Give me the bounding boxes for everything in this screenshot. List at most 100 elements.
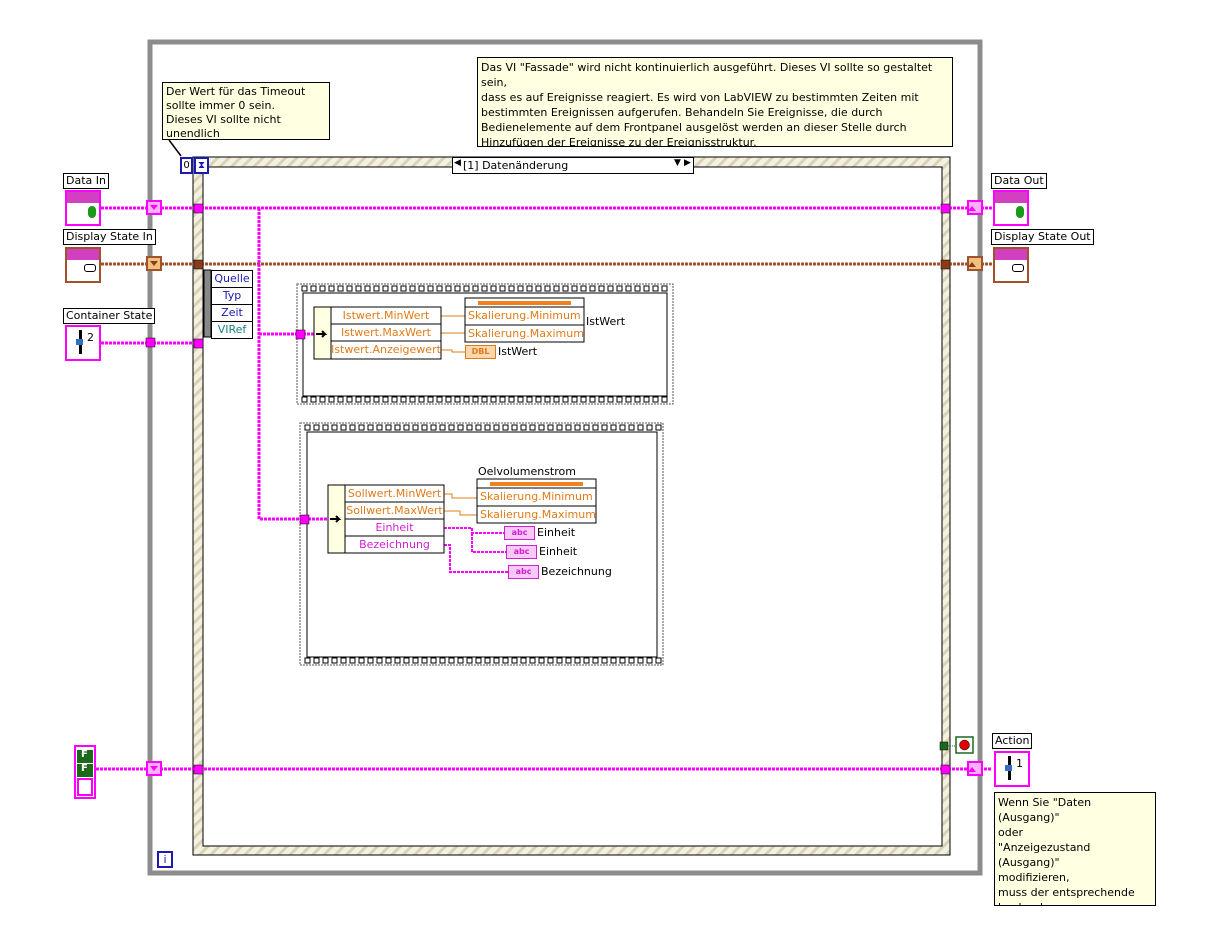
film-hole xyxy=(565,424,572,431)
action-label: Action xyxy=(992,733,1033,749)
film-hole xyxy=(382,396,389,403)
film-hole xyxy=(373,285,380,292)
film-hole xyxy=(628,424,635,431)
film-hole xyxy=(382,285,389,292)
film-hole xyxy=(502,657,509,664)
case-selector[interactable]: ◀ [1] Datenänderung ▼ ▶ xyxy=(452,157,694,174)
film-hole xyxy=(355,285,362,292)
comment-action: Wenn Sie "Daten (Ausgang)" oder "Anzeige… xyxy=(994,792,1156,906)
prev-case-arrow-icon[interactable]: ◀ xyxy=(454,158,461,168)
next-case-arrow-icon[interactable]: ▶ xyxy=(684,158,691,168)
film-hole xyxy=(634,396,641,403)
dbl-indicator-label: IstWert xyxy=(498,345,538,358)
container-state-label: Container State xyxy=(63,308,156,324)
database-icon xyxy=(1016,206,1024,218)
film-hole xyxy=(538,424,545,431)
film-hole xyxy=(607,396,614,403)
display-state-out-label: Display State Out xyxy=(991,229,1094,245)
film-hole xyxy=(436,396,443,403)
film-hole xyxy=(637,657,644,664)
unbundle-sollwert-maxwert[interactable]: Sollwert.MaxWert xyxy=(345,503,444,519)
unbundle-bezeichnung[interactable]: Bezeichnung xyxy=(345,537,444,553)
film-hole xyxy=(538,657,545,664)
film-hole xyxy=(391,285,398,292)
film-hole xyxy=(502,424,509,431)
film-hole xyxy=(652,396,659,403)
film-hole xyxy=(592,424,599,431)
property-skalierung-minimum[interactable]: Skalierung.Minimum xyxy=(468,308,584,324)
dropdown-arrow-icon[interactable]: ▼ xyxy=(674,158,681,168)
display-state-in-label: Display State In xyxy=(63,229,156,245)
film-hole xyxy=(625,285,632,292)
hourglass-icon: ⧗ xyxy=(194,157,209,174)
film-hole xyxy=(439,657,446,664)
property2-skalierung-maximum[interactable]: Skalierung.Maximum xyxy=(480,507,596,523)
unbundle-istwert-anzeigewert[interactable]: Istwert.Anzeigewert xyxy=(331,342,441,358)
timeout-terminal[interactable]: 0 xyxy=(180,157,193,174)
film-hole xyxy=(472,396,479,403)
einheit-indicator-2[interactable]: abc xyxy=(506,545,537,559)
film-hole xyxy=(580,285,587,292)
display-state-out-terminal[interactable] xyxy=(993,247,1029,283)
film-hole xyxy=(301,396,308,403)
film-hole xyxy=(607,285,614,292)
film-hole xyxy=(571,285,578,292)
film-hole xyxy=(454,396,461,403)
display-state-in-terminal[interactable] xyxy=(65,247,101,283)
einheit-indicator-2-label: Einheit xyxy=(539,545,578,558)
film-hole xyxy=(553,396,560,403)
database-icon xyxy=(88,206,96,218)
film-hole xyxy=(535,396,542,403)
film-hole xyxy=(391,396,398,403)
film-hole xyxy=(358,424,365,431)
film-hole xyxy=(400,396,407,403)
iteration-terminal: i xyxy=(157,851,173,868)
film-hole xyxy=(610,657,617,664)
film-hole xyxy=(385,657,392,664)
film-hole xyxy=(637,424,644,431)
film-hole xyxy=(643,285,650,292)
film-hole xyxy=(517,396,524,403)
film-hole xyxy=(403,657,410,664)
film-hole xyxy=(304,657,311,664)
film-hole xyxy=(553,285,560,292)
einheit-indicator-1-label: Einheit xyxy=(537,526,576,539)
data-in-terminal[interactable] xyxy=(65,190,101,226)
film-hole xyxy=(331,657,338,664)
case-selector-label: [1] Datenänderung xyxy=(463,159,569,172)
property-skalierung-maximum[interactable]: Skalierung.Maximum xyxy=(468,326,584,342)
unbundle-istwert-minwert[interactable]: Istwert.MinWert xyxy=(331,308,441,324)
film-hole xyxy=(574,424,581,431)
dbl-indicator[interactable]: DBL xyxy=(465,345,496,359)
film-hole xyxy=(340,657,347,664)
unbundle-sollwert-minwert[interactable]: Sollwert.MinWert xyxy=(345,486,444,502)
unbundle-einheit[interactable]: Einheit xyxy=(345,520,444,536)
film-hole xyxy=(376,657,383,664)
film-hole xyxy=(367,424,374,431)
film-hole xyxy=(349,424,356,431)
container-state-terminal[interactable]: 2 xyxy=(65,325,101,361)
film-hole xyxy=(535,285,542,292)
film-hole xyxy=(355,396,362,403)
film-hole xyxy=(592,657,599,664)
einheit-indicator-1[interactable]: abc xyxy=(504,526,535,540)
film-hole xyxy=(526,396,533,403)
action-terminal[interactable]: 1 xyxy=(994,751,1030,787)
film-hole xyxy=(499,285,506,292)
film-hole xyxy=(544,396,551,403)
film-hole xyxy=(562,396,569,403)
unbundle-istwert-maxwert[interactable]: Istwert.MaxWert xyxy=(331,325,441,341)
film-hole xyxy=(448,657,455,664)
action-value: 1 xyxy=(1016,757,1023,770)
film-hole xyxy=(412,424,419,431)
film-hole xyxy=(466,424,473,431)
film-hole xyxy=(331,424,338,431)
film-hole xyxy=(544,285,551,292)
film-hole xyxy=(556,424,563,431)
film-hole xyxy=(547,657,554,664)
property2-skalierung-minimum[interactable]: Skalierung.Minimum xyxy=(480,489,596,505)
bezeichnung-indicator[interactable]: abc xyxy=(508,565,539,579)
film-hole xyxy=(436,285,443,292)
film-hole xyxy=(463,396,470,403)
data-out-terminal[interactable] xyxy=(993,190,1029,226)
